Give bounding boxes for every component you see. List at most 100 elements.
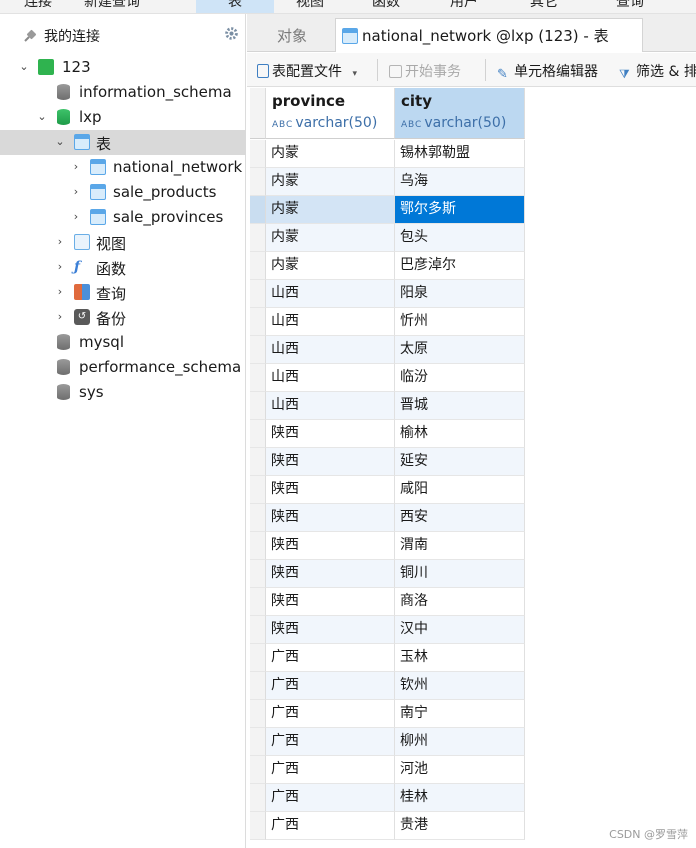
row-selector[interactable] [250,252,266,280]
table-row[interactable]: 陕西 西安 [250,504,525,532]
tree-item[interactable]: mysql [0,330,246,355]
cell-city[interactable]: 延安 [395,448,525,476]
cell-city[interactable]: 咸阳 [395,476,525,504]
cell-city[interactable]: 阳泉 [395,280,525,308]
tree-item[interactable]: ⌄ 123 [0,55,246,80]
cell-city[interactable]: 晋城 [395,392,525,420]
table-row[interactable]: 山西 临汾 [250,364,525,392]
cell-city[interactable]: 渭南 [395,532,525,560]
table-row[interactable]: 内蒙 乌海 [250,168,525,196]
row-selector[interactable] [250,392,266,420]
gear-icon[interactable] [224,26,239,41]
tree-item[interactable]: sys [0,380,246,405]
menu-new-query[interactable]: 新建查询 [84,0,140,11]
cell-city[interactable]: 玉林 [395,644,525,672]
chevron-right-icon[interactable]: › [54,260,66,274]
column-header-city[interactable]: city A B Cvarchar(50) [395,88,525,139]
cell-city[interactable]: 鄂尔多斯 [395,196,525,224]
row-selector[interactable] [250,812,266,840]
row-selector[interactable] [250,364,266,392]
cell-province[interactable]: 山西 [266,364,395,392]
cell-city[interactable]: 榆林 [395,420,525,448]
table-row[interactable]: 内蒙 巴彦淖尔 [250,252,525,280]
row-selector[interactable] [250,504,266,532]
row-selector[interactable] [250,224,266,252]
cell-city[interactable]: 汉中 [395,616,525,644]
tree-item[interactable]: › 视图 [0,230,246,255]
column-header-province[interactable]: province A B Cvarchar(50) [266,88,395,139]
cell-province[interactable]: 内蒙 [266,168,395,196]
cell-province[interactable]: 广西 [266,756,395,784]
tree-item[interactable]: › sale_products [0,180,246,205]
chevron-down-icon[interactable]: ⌄ [36,110,48,124]
cell-city[interactable]: 包头 [395,224,525,252]
cell-province[interactable]: 内蒙 [266,196,395,224]
table-row[interactable]: 广西 钦州 [250,672,525,700]
table-row[interactable]: 陕西 商洛 [250,588,525,616]
table-row[interactable]: 陕西 延安 [250,448,525,476]
row-selector[interactable] [250,308,266,336]
table-config-button[interactable]: 表配置文件 ▾ [257,61,357,81]
table-row[interactable]: 山西 阳泉 [250,280,525,308]
row-selector[interactable] [250,560,266,588]
table-row[interactable]: 内蒙 鄂尔多斯 [250,196,525,224]
cell-province[interactable]: 陕西 [266,532,395,560]
chevron-right-icon[interactable]: › [54,235,66,249]
chevron-down-icon[interactable]: ⌄ [54,135,66,149]
cell-city[interactable]: 铜川 [395,560,525,588]
table-row[interactable]: 陕西 榆林 [250,420,525,448]
menu-other[interactable]: 其它 [530,0,558,11]
cell-city[interactable]: 乌海 [395,168,525,196]
table-row[interactable]: 广西 柳州 [250,728,525,756]
cell-city[interactable]: 西安 [395,504,525,532]
table-row[interactable]: 广西 南宁 [250,700,525,728]
cell-province[interactable]: 广西 [266,812,395,840]
chevron-right-icon[interactable]: › [70,160,82,174]
begin-transaction-button[interactable]: 开始事务 [389,61,461,81]
cell-city[interactable]: 太原 [395,336,525,364]
cell-province[interactable]: 广西 [266,728,395,756]
row-selector[interactable] [250,280,266,308]
tree-item[interactable]: › 查询 [0,280,246,305]
table-row[interactable]: 陕西 咸阳 [250,476,525,504]
row-selector[interactable] [250,532,266,560]
row-selector[interactable] [250,448,266,476]
cell-province[interactable]: 山西 [266,392,395,420]
cell-province[interactable]: 山西 [266,308,395,336]
tab-national-network[interactable]: national_network @lxp (123) - 表 [335,18,643,52]
cell-province[interactable]: 广西 [266,672,395,700]
tree-item[interactable]: ⌄ lxp [0,105,246,130]
table-row[interactable]: 广西 贵港 [250,812,525,840]
tree-item[interactable]: › ↺ 备份 [0,305,246,330]
row-selector[interactable] [250,168,266,196]
tree-item[interactable]: › ƒ 函数 [0,255,246,280]
row-selector[interactable] [250,140,266,168]
cell-city[interactable]: 临汾 [395,364,525,392]
table-row[interactable]: 陕西 渭南 [250,532,525,560]
cell-city[interactable]: 桂林 [395,784,525,812]
row-selector[interactable] [250,196,266,224]
cell-city[interactable]: 河池 [395,756,525,784]
menu-function[interactable]: 函数 [372,0,400,11]
tree-item[interactable]: information_schema [0,80,246,105]
cell-province[interactable]: 陕西 [266,588,395,616]
cell-province[interactable]: 内蒙 [266,140,395,168]
row-selector[interactable] [250,784,266,812]
row-selector[interactable] [250,700,266,728]
row-selector[interactable] [250,672,266,700]
menu-view[interactable]: 视图 [296,0,324,11]
table-row[interactable]: 广西 玉林 [250,644,525,672]
row-selector[interactable] [250,616,266,644]
cell-province[interactable]: 广西 [266,784,395,812]
chevron-right-icon[interactable]: › [54,310,66,324]
cell-city[interactable]: 南宁 [395,700,525,728]
table-row[interactable]: 山西 晋城 [250,392,525,420]
cell-province[interactable]: 广西 [266,700,395,728]
chevron-right-icon[interactable]: › [54,285,66,299]
menu-table[interactable]: 表 [196,0,274,13]
chevron-right-icon[interactable]: › [70,185,82,199]
cell-city[interactable]: 忻州 [395,308,525,336]
cell-city[interactable]: 商洛 [395,588,525,616]
table-row[interactable]: 内蒙 锡林郭勒盟 [250,140,525,168]
tree-item[interactable]: › national_network [0,155,246,180]
